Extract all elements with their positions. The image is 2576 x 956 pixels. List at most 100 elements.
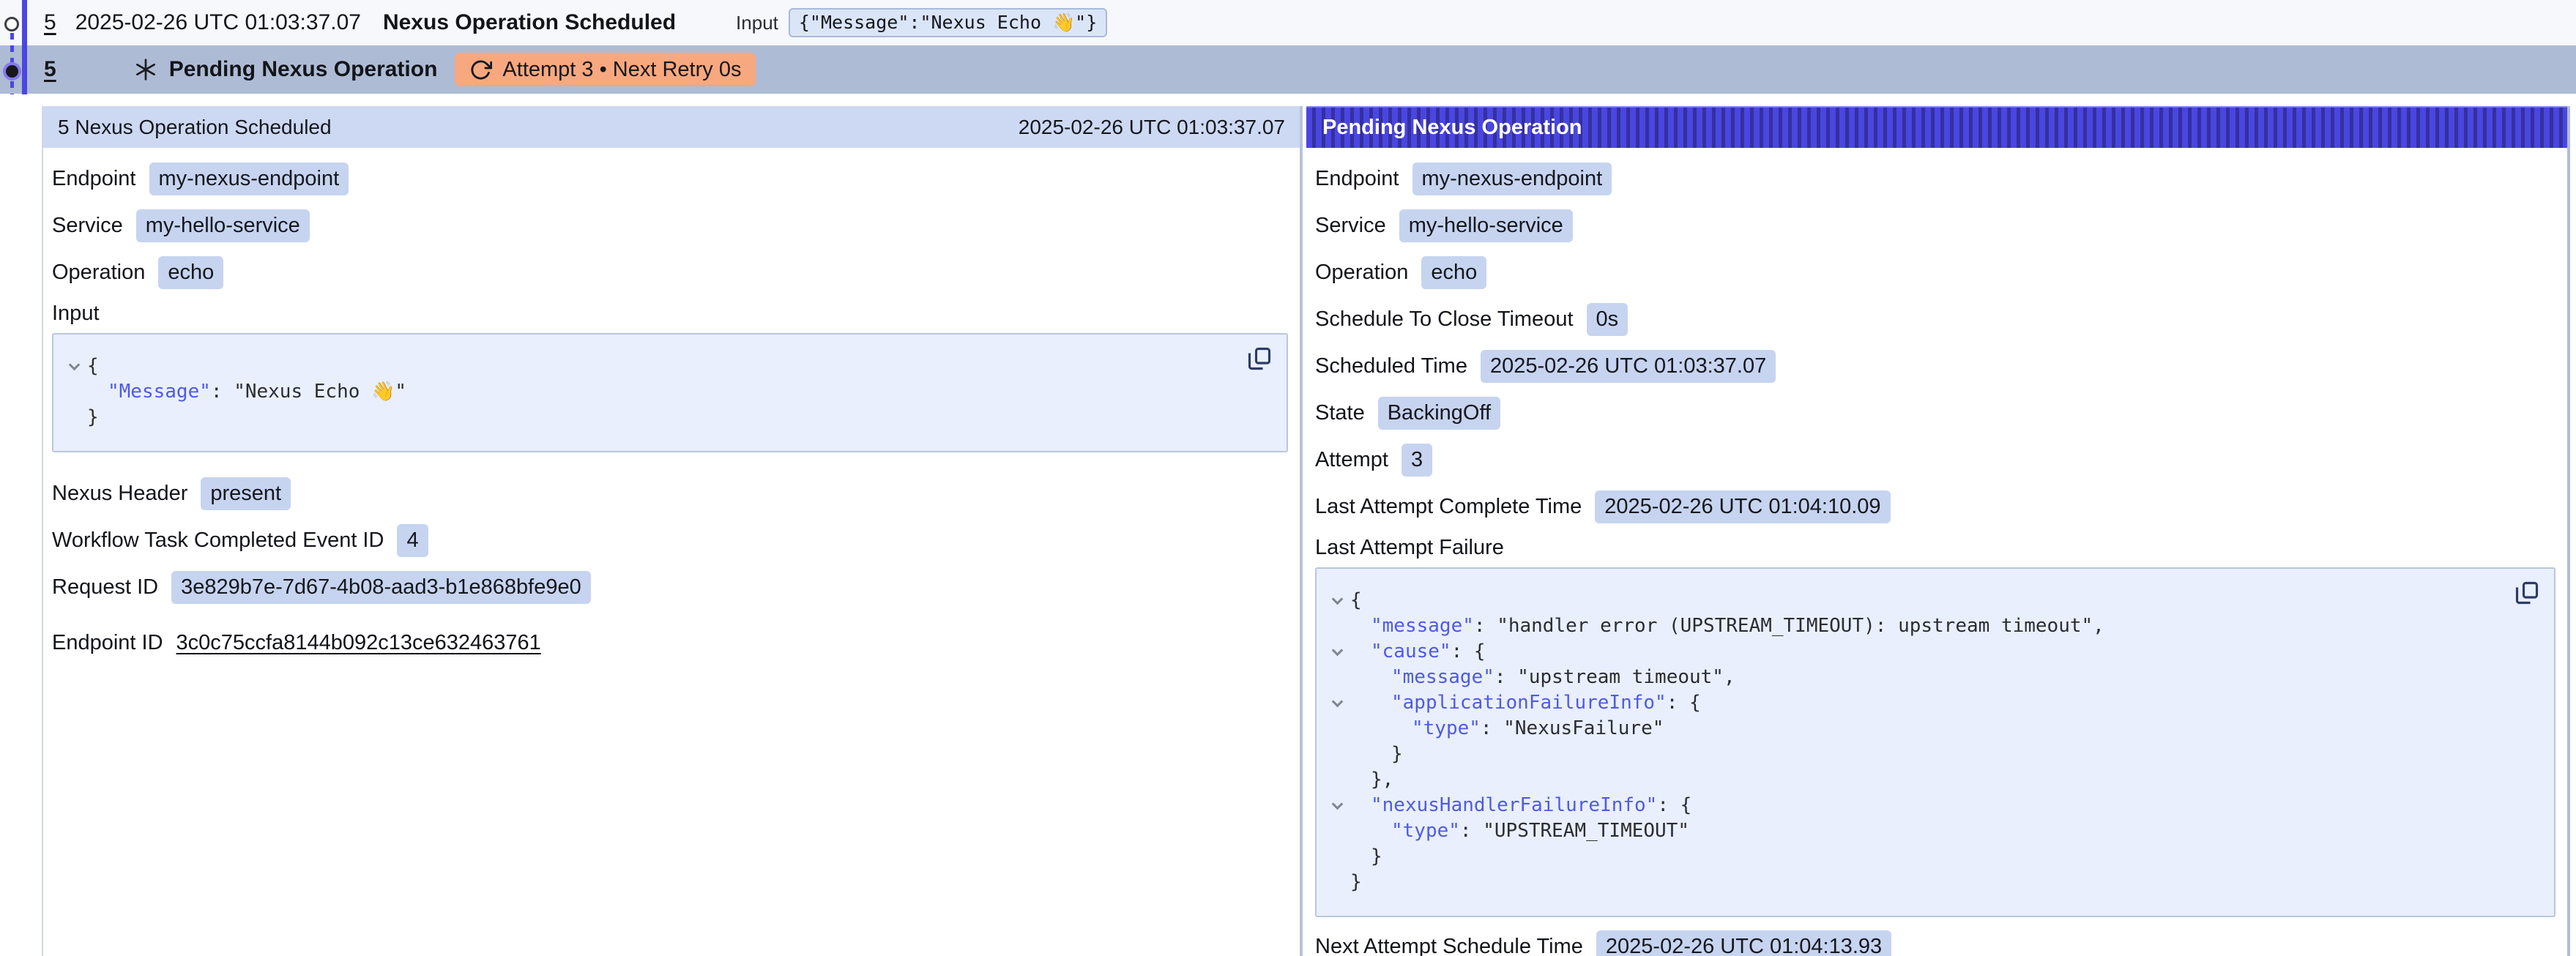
timeline-dashed-connector bbox=[10, 33, 14, 63]
service-chip: my-hello-service bbox=[1399, 209, 1573, 242]
code-line: } bbox=[1324, 844, 2481, 870]
chevron-spacer bbox=[1324, 742, 1350, 767]
field-service: Service my-hello-service bbox=[52, 208, 1288, 243]
copy-icon bbox=[1246, 346, 1273, 372]
field-label: Schedule To Close Timeout bbox=[1315, 307, 1574, 332]
code-line: } bbox=[61, 405, 1213, 430]
timeline-gutter bbox=[0, 0, 42, 95]
collapse-toggle[interactable] bbox=[1324, 793, 1350, 818]
json-key: "Message" bbox=[108, 381, 211, 403]
json-text: : { bbox=[1657, 794, 1691, 816]
code-text: { bbox=[1350, 588, 1362, 613]
field-operation: Operation echo bbox=[1315, 255, 2555, 290]
json-text: : "upstream timeout", bbox=[1494, 666, 1735, 688]
chevron-down-icon bbox=[68, 359, 80, 370]
event-time: 2025-02-26 UTC 01:03:37.07 bbox=[75, 10, 361, 35]
code-text: } bbox=[1350, 870, 1362, 895]
pending-operation-panel: Pending Nexus Operation Endpoint my-nexu… bbox=[1306, 106, 2570, 956]
code-line: } bbox=[1324, 742, 2481, 767]
field-label: Last Attempt Complete Time bbox=[1315, 495, 1582, 519]
chevron-spacer bbox=[1324, 767, 1350, 793]
copy-button[interactable] bbox=[2512, 578, 2542, 608]
code-text: }, bbox=[1350, 767, 1393, 793]
field-endpoint: Endpoint my-nexus-endpoint bbox=[52, 161, 1288, 196]
collapse-toggle[interactable] bbox=[61, 354, 87, 379]
collapse-toggle[interactable] bbox=[1324, 690, 1350, 716]
event-id-link[interactable]: 5 bbox=[44, 57, 56, 82]
chevron-down-icon bbox=[1331, 593, 1343, 605]
event-row-pending-nexus-operation[interactable]: 5 Pending Nexus Operation Attempt 3 • Ne… bbox=[0, 45, 2576, 94]
code-line: "type": "NexusFailure" bbox=[1324, 716, 2481, 742]
json-text: } bbox=[1371, 845, 1382, 867]
collapse-toggle[interactable] bbox=[1324, 639, 1350, 665]
timeline-accent-line bbox=[22, 0, 27, 94]
code-text: "message": "handler error (UPSTREAM_TIME… bbox=[1350, 613, 2104, 639]
event-history-rows: 5 2025-02-26 UTC 01:03:37.07 Nexus Opera… bbox=[0, 0, 2576, 94]
field-label: Operation bbox=[52, 261, 145, 285]
code-line: { bbox=[1324, 588, 2481, 613]
field-schedule-to-close-timeout: Schedule To Close Timeout 0s bbox=[1315, 302, 2555, 337]
json-text: { bbox=[87, 355, 99, 377]
json-text: : "UPSTREAM_TIMEOUT" bbox=[1460, 820, 1689, 842]
code-line: "message": "handler error (UPSTREAM_TIME… bbox=[1324, 613, 2481, 639]
scheduled-event-panel: 5 Nexus Operation Scheduled 2025-02-26 U… bbox=[42, 106, 1303, 956]
json-key: "cause" bbox=[1371, 641, 1451, 662]
field-label: Service bbox=[1315, 214, 1386, 238]
field-attempt: Attempt 3 bbox=[1315, 442, 2555, 477]
input-section-label: Input bbox=[52, 302, 1288, 326]
code-text: "message": "upstream timeout", bbox=[1350, 665, 1735, 690]
pending-asterisk-icon bbox=[134, 58, 157, 81]
pending-title: Pending Nexus Operation bbox=[169, 57, 438, 82]
copy-button[interactable] bbox=[1244, 343, 1275, 374]
retry-icon bbox=[469, 59, 492, 81]
retry-badge: Attempt 3 • Next Retry 0s bbox=[455, 53, 756, 86]
field-label: Operation bbox=[1315, 261, 1408, 285]
json-key: "message" bbox=[1391, 666, 1494, 688]
code-line: "Message": "Nexus Echo 👋" bbox=[61, 379, 1213, 405]
chevron-spacer bbox=[61, 405, 87, 430]
field-request-id: Request ID 3e829b7e-7d67-4b08-aad3-b1e86… bbox=[52, 570, 1288, 605]
code-line: { bbox=[61, 354, 1213, 379]
retry-badge-text: Attempt 3 • Next Retry 0s bbox=[502, 58, 741, 82]
json-text: : { bbox=[1667, 692, 1701, 714]
chevron-spacer bbox=[1324, 870, 1350, 895]
event-row-nexus-operation-scheduled[interactable]: 5 2025-02-26 UTC 01:03:37.07 Nexus Opera… bbox=[0, 0, 2576, 45]
wtc-event-id-chip: 4 bbox=[397, 524, 428, 557]
endpoint-chip: my-nexus-endpoint bbox=[149, 163, 349, 195]
code-text: "type": "NexusFailure" bbox=[1350, 716, 1664, 742]
code-text: "cause": { bbox=[1350, 639, 1486, 665]
field-service: Service my-hello-service bbox=[1315, 208, 2555, 243]
code-line: }, bbox=[1324, 767, 2481, 793]
operation-chip: echo bbox=[1421, 256, 1486, 289]
field-endpoint-id: Endpoint ID 3c0c75ccfa8144b092c13ce63246… bbox=[52, 625, 1288, 660]
field-label: Next Attempt Schedule Time bbox=[1315, 935, 1583, 956]
event-id-link[interactable]: 5 bbox=[44, 10, 56, 35]
code-text: "applicationFailureInfo": { bbox=[1350, 690, 1701, 716]
request-id-chip: 3e829b7e-7d67-4b08-aad3-b1e868bfe9e0 bbox=[171, 571, 591, 604]
endpoint-id-link[interactable]: 3c0c75ccfa8144b092c13ce632463761 bbox=[176, 631, 541, 655]
scheduled-panel-title: 5 Nexus Operation Scheduled bbox=[58, 116, 332, 139]
scheduled-panel-header: 5 Nexus Operation Scheduled 2025-02-26 U… bbox=[43, 106, 1300, 148]
scheduled-panel-body: Endpoint my-nexus-endpoint Service my-he… bbox=[43, 148, 1300, 672]
next-attempt-schedule-time-chip: 2025-02-26 UTC 01:04:13.93 bbox=[1596, 930, 1891, 956]
code-line: "type": "UPSTREAM_TIMEOUT" bbox=[1324, 818, 2481, 844]
collapse-toggle[interactable] bbox=[1324, 588, 1350, 613]
input-label: Input bbox=[736, 12, 778, 34]
code-text: "type": "UPSTREAM_TIMEOUT" bbox=[1350, 818, 1689, 844]
chevron-down-icon bbox=[1331, 695, 1343, 707]
pending-panel-title: Pending Nexus Operation bbox=[1322, 116, 1582, 140]
scheduled-time-chip: 2025-02-26 UTC 01:03:37.07 bbox=[1481, 350, 1776, 383]
code-line: "applicationFailureInfo": { bbox=[1324, 690, 2481, 716]
event-title: Nexus Operation Scheduled bbox=[383, 10, 676, 35]
json-key: "applicationFailureInfo" bbox=[1391, 692, 1667, 714]
code-text: } bbox=[1350, 742, 1403, 767]
field-label: Endpoint bbox=[1315, 167, 1399, 191]
attempt-chip: 3 bbox=[1401, 444, 1432, 477]
chevron-down-icon bbox=[1331, 798, 1343, 810]
code-text: } bbox=[87, 405, 99, 430]
json-text: } bbox=[87, 406, 99, 428]
endpoint-chip: my-nexus-endpoint bbox=[1412, 163, 1612, 195]
field-label: Request ID bbox=[52, 575, 158, 600]
last-attempt-complete-time-chip: 2025-02-26 UTC 01:04:10.09 bbox=[1595, 490, 1890, 523]
operation-chip: echo bbox=[158, 256, 223, 289]
